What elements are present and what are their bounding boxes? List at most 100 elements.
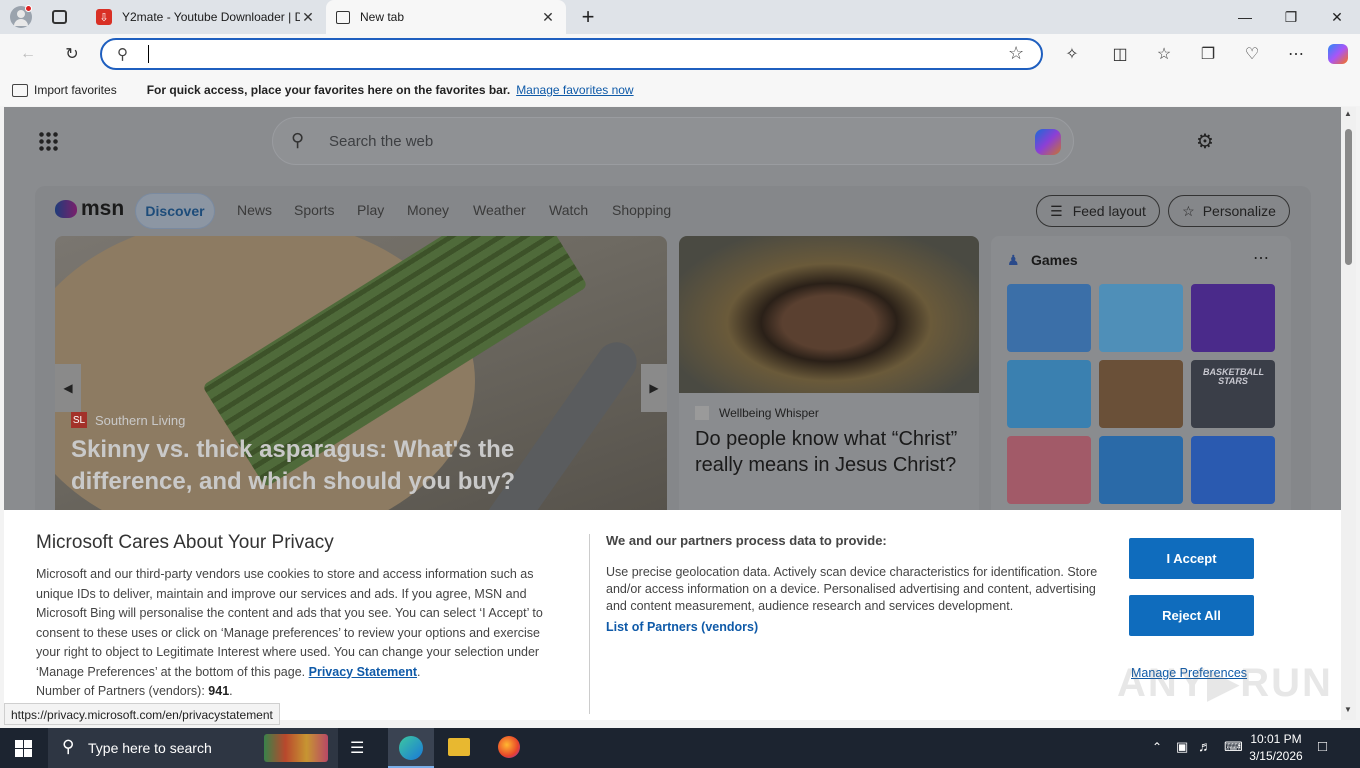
more-icon[interactable]: ⋯ xyxy=(1282,40,1310,68)
language-icon[interactable]: ⌨ xyxy=(1224,739,1243,755)
y2mate-favicon-icon: ⇩ xyxy=(96,9,112,25)
back-icon[interactable]: ← xyxy=(14,40,42,68)
profile-icon[interactable] xyxy=(10,5,32,28)
accept-button[interactable]: I Accept xyxy=(1129,538,1254,579)
nav-weather[interactable]: Weather xyxy=(473,202,526,218)
copilot-icon[interactable] xyxy=(1324,40,1352,68)
scroll-thumb[interactable] xyxy=(1345,129,1352,265)
web-search-box[interactable]: ⚲ Search the web xyxy=(272,117,1074,165)
favorites-message: For quick access, place your favorites h… xyxy=(146,83,511,97)
minimize-icon[interactable]: — xyxy=(1222,0,1268,34)
manage-favorites-link[interactable]: Manage favorites now xyxy=(516,83,633,97)
toolbar: ← ↻ ⚲ ☆ ✧ ◫ ☆ ❐ ♡ ⋯ xyxy=(0,34,1360,74)
carousel-prev-button[interactable]: ◀ xyxy=(55,364,81,412)
nav-money[interactable]: Money xyxy=(407,202,449,218)
new-tab-button[interactable]: + xyxy=(576,4,600,30)
games-grid: BASKETBALL STARS xyxy=(1007,284,1277,504)
tab-new-tab[interactable]: New tab ✕ xyxy=(326,0,566,34)
title-bar: ⇩ Y2mate - Youtube Downloader | D ✕ New … xyxy=(0,0,1360,34)
address-input[interactable] xyxy=(148,45,149,63)
games-more-icon[interactable]: ⋯ xyxy=(1253,248,1269,268)
tab-title: Y2mate - Youtube Downloader | D xyxy=(122,10,300,24)
scroll-up-icon[interactable]: ▲ xyxy=(1344,109,1352,118)
game-tile[interactable] xyxy=(1099,360,1183,428)
clock-time[interactable]: 10:01 PM xyxy=(1250,732,1302,746)
southern-living-logo-icon: SL xyxy=(71,412,87,428)
carousel-next-button[interactable]: ▶ xyxy=(641,364,667,412)
search-icon: ⚲ xyxy=(291,130,305,150)
split-screen-icon[interactable]: ◫ xyxy=(1106,40,1134,68)
process-title: We and our partners process data to prov… xyxy=(606,533,887,548)
consent-title: Microsoft Cares About Your Privacy xyxy=(36,532,334,553)
close-tab-icon[interactable]: ✕ xyxy=(540,9,556,26)
nav-news[interactable]: News xyxy=(237,202,272,218)
personalize-button[interactable]: ☆ Personalize xyxy=(1168,195,1290,227)
search-highlight-icon xyxy=(264,734,328,762)
nav-discover[interactable]: Discover xyxy=(135,193,215,229)
import-favorites-icon[interactable] xyxy=(12,83,28,97)
notifications-icon[interactable]: □ xyxy=(1318,738,1327,755)
msn-logo[interactable]: msn xyxy=(55,196,124,222)
favorite-star-icon[interactable]: ☆ xyxy=(1008,43,1024,64)
game-tile[interactable] xyxy=(1007,436,1091,504)
tab-title: New tab xyxy=(360,10,405,24)
nav-watch[interactable]: Watch xyxy=(549,202,588,218)
article-source: Wellbeing Whisper xyxy=(695,406,819,420)
privacy-statement-link[interactable]: Privacy Statement xyxy=(309,665,417,679)
new-tab-favicon-icon xyxy=(336,10,350,24)
windows-start-icon[interactable] xyxy=(15,740,32,757)
copilot-icon[interactable] xyxy=(1035,129,1061,155)
edge-taskbar-icon[interactable] xyxy=(388,728,434,768)
firefox-icon[interactable] xyxy=(498,736,520,758)
settings-gear-icon[interactable]: ⚙ xyxy=(1196,129,1214,154)
clock-date[interactable]: 3/15/2026 xyxy=(1248,749,1304,763)
collections-icon[interactable]: ❐ xyxy=(1194,40,1222,68)
favorites-icon[interactable]: ☆ xyxy=(1150,40,1178,68)
tray-chevron-icon[interactable]: ⌃ xyxy=(1152,740,1162,754)
browser-essentials-icon[interactable]: ♡ xyxy=(1238,40,1266,68)
taskbar-search-box[interactable]: ⚲ Type here to search xyxy=(48,728,338,768)
task-view-icon[interactable]: ☰ xyxy=(350,738,364,758)
favorites-bar: Import favorites For quick access, place… xyxy=(0,74,1360,106)
nav-play[interactable]: Play xyxy=(357,202,384,218)
game-tile[interactable] xyxy=(1099,436,1183,504)
web-search-input[interactable]: Search the web xyxy=(329,133,433,150)
close-window-icon[interactable]: ✕ xyxy=(1314,0,1360,34)
article-card[interactable]: Wellbeing Whisper Do people know what “C… xyxy=(679,236,979,526)
article-headline[interactable]: Do people know what “Christ” really mean… xyxy=(695,426,971,478)
volume-icon[interactable]: ♬ xyxy=(1198,738,1212,754)
network-icon[interactable]: ▣ xyxy=(1176,739,1188,755)
tab-actions-icon[interactable] xyxy=(52,10,67,24)
hero-headline[interactable]: Skinny vs. thick asparagus: What's the d… xyxy=(71,434,631,498)
game-tile[interactable] xyxy=(1007,284,1091,352)
extensions-icon[interactable]: ✧ xyxy=(1058,40,1086,68)
refresh-icon[interactable]: ↻ xyxy=(58,40,86,68)
taskbar: ⚲ Type here to search ☰ ⌃ ▣ ♬ ⌨ 10:01 PM… xyxy=(0,728,1360,768)
sparkle-icon: ☆ xyxy=(1182,202,1195,219)
file-explorer-icon[interactable] xyxy=(448,738,470,756)
taskbar-search-input[interactable]: Type here to search xyxy=(88,740,212,756)
address-bar[interactable]: ⚲ ☆ xyxy=(100,38,1043,70)
game-tile[interactable] xyxy=(1007,360,1091,428)
game-tile[interactable]: BASKETBALL STARS xyxy=(1191,360,1275,428)
status-url: https://privacy.microsoft.com/en/privacy… xyxy=(4,703,280,725)
game-tile[interactable] xyxy=(1099,284,1183,352)
partners-list-link[interactable]: List of Partners (vendors) xyxy=(606,620,758,634)
process-body: Use precise geolocation data. Actively s… xyxy=(606,565,1098,613)
games-icon: ♟ xyxy=(1007,252,1020,268)
page-scrollbar[interactable]: ▲ ▼ xyxy=(1341,107,1356,720)
game-tile[interactable] xyxy=(1191,284,1275,352)
hero-card[interactable]: ◀ ▶ SL Southern Living Skinny vs. thick … xyxy=(55,236,667,526)
restore-icon[interactable]: ❐ xyxy=(1268,0,1314,34)
reject-all-button[interactable]: Reject All xyxy=(1129,595,1254,636)
nav-shopping[interactable]: Shopping xyxy=(612,202,671,218)
search-icon: ⚲ xyxy=(62,737,75,756)
scroll-down-icon[interactable]: ▼ xyxy=(1344,705,1352,714)
game-tile[interactable] xyxy=(1191,436,1275,504)
nav-sports[interactable]: Sports xyxy=(294,202,334,218)
apps-launcher-icon[interactable] xyxy=(38,131,58,151)
feed-layout-button[interactable]: ☰ Feed layout xyxy=(1036,195,1160,227)
close-tab-icon[interactable]: ✕ xyxy=(300,9,316,26)
import-favorites-button[interactable]: Import favorites xyxy=(34,83,117,97)
tab-y2mate[interactable]: ⇩ Y2mate - Youtube Downloader | D ✕ xyxy=(86,0,326,34)
